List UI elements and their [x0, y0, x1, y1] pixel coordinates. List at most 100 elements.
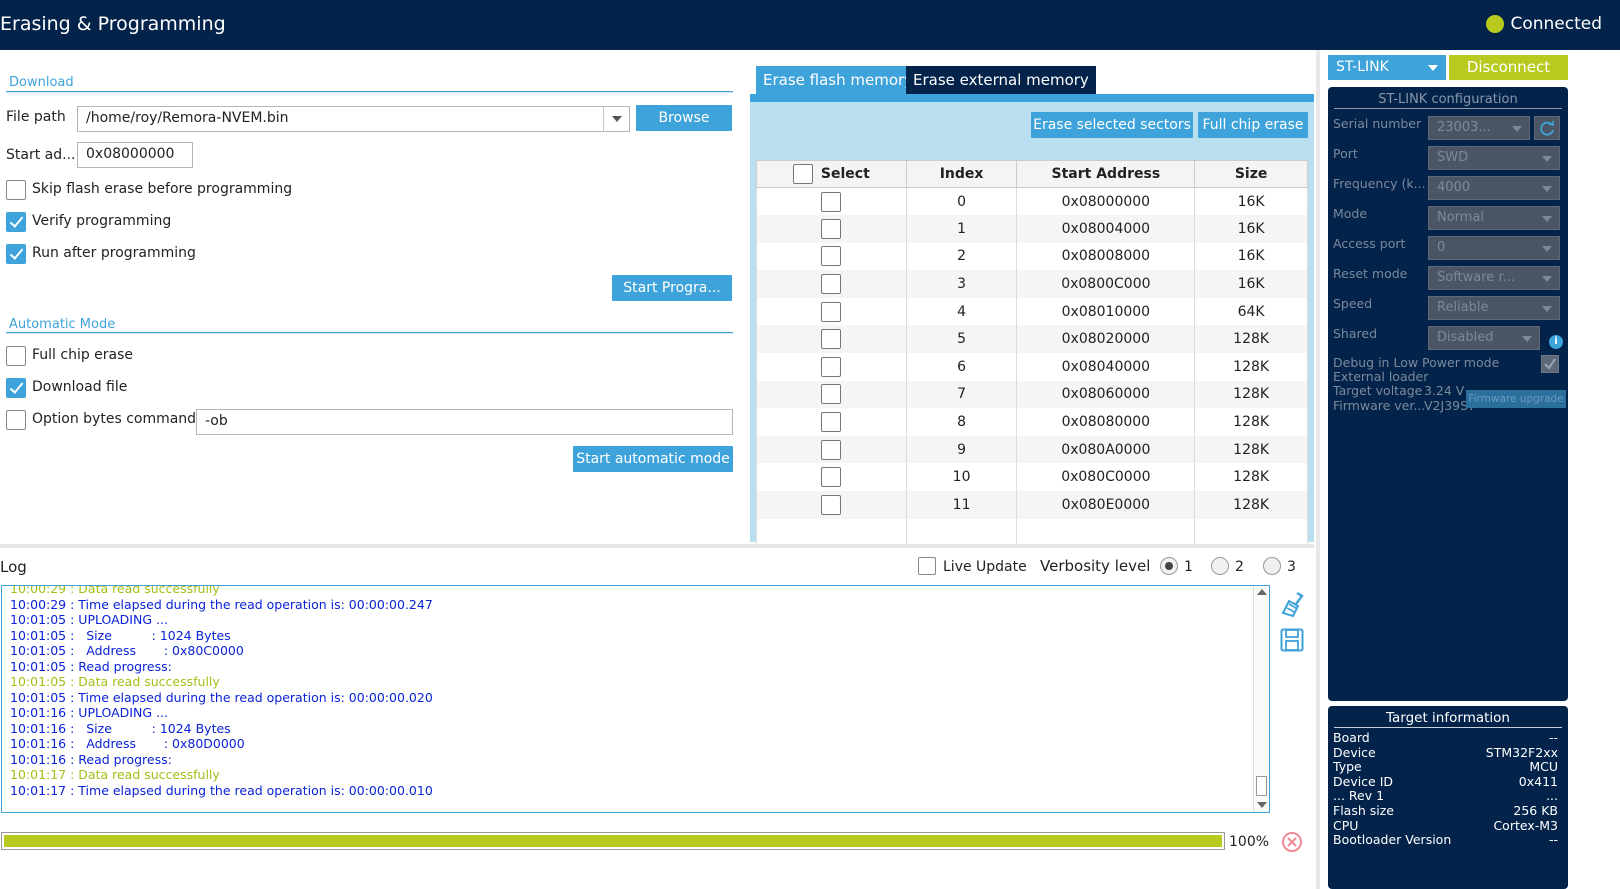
firmware-version-label: Firmware ver...: [1333, 398, 1426, 413]
option-bytes-checkbox[interactable]: [6, 410, 26, 430]
clear-log-broom-icon[interactable]: [1280, 591, 1304, 617]
full-chip-erase-label: Full chip erase: [32, 347, 134, 363]
table-row[interactable]: 7 0x08060000 128K: [756, 380, 1308, 409]
size-column-header[interactable]: Size: [1194, 160, 1308, 188]
log-line: 10:01:16 : Address : 0x80D0000: [10, 736, 245, 751]
table-row[interactable]: 4 0x08010000 64K: [756, 297, 1308, 326]
full-chip-erase-checkbox[interactable]: [6, 346, 26, 366]
verify-programming-checkbox[interactable]: [6, 212, 26, 232]
table-row[interactable]: 1 0x08004000 16K: [756, 215, 1308, 243]
log-line: 10:01:05 : Data read successfully: [10, 674, 220, 689]
speed-label: Speed: [1333, 296, 1373, 311]
page-title: Erasing & Programming: [0, 13, 226, 35]
tab-erase-flash-memory[interactable]: Erase flash memory: [756, 66, 921, 94]
header-bar: Erasing & Programming Connected: [0, 0, 1620, 50]
sector-checkbox[interactable]: [821, 246, 842, 267]
stlink-config-title: ST-LINK configuration: [1334, 92, 1562, 109]
erase-selected-sectors-button[interactable]: Erase selected sectors: [1031, 112, 1193, 138]
table-row[interactable]: 5 0x08020000 128K: [756, 325, 1308, 354]
save-log-icon[interactable]: [1280, 628, 1304, 652]
interface-select[interactable]: ST-LINK: [1328, 55, 1446, 80]
verbosity-radio-3[interactable]: [1263, 557, 1281, 575]
log-line: 10:01:17 : Time elapsed during the read …: [10, 782, 433, 798]
table-row[interactable]: 9 0x080A0000 128K: [756, 435, 1308, 464]
target-info-value: 0x411: [1518, 773, 1558, 789]
start-automatic-mode-button[interactable]: Start automatic mode: [573, 446, 733, 472]
option-bytes-input[interactable]: -ob: [196, 409, 733, 435]
run-after-programming-checkbox[interactable]: [6, 244, 26, 264]
target-info-value: --: [1548, 730, 1558, 745]
start-programming-button[interactable]: Start Progra...: [612, 275, 732, 301]
sector-checkbox[interactable]: [821, 191, 842, 212]
sector-checkbox[interactable]: [821, 439, 842, 460]
sector-checkbox[interactable]: [821, 494, 842, 515]
serial-number-select: 23003...: [1428, 116, 1530, 140]
log-line: 10:01:17 : Data read successfully: [10, 767, 220, 782]
cancel-operation-icon[interactable]: [1281, 831, 1303, 853]
sector-checkbox[interactable]: [821, 384, 842, 405]
access-port-select: 0: [1428, 236, 1560, 260]
disconnect-button[interactable]: Disconnect: [1449, 55, 1568, 80]
log-scrollbar[interactable]: [1253, 586, 1269, 812]
refresh-serial-button: [1534, 116, 1560, 140]
sector-checkbox[interactable]: [821, 467, 842, 488]
log-scroll-thumb[interactable]: [1256, 776, 1267, 796]
debug-low-power-label: Debug in Low Power mode: [1333, 355, 1500, 370]
browse-button[interactable]: Browse: [636, 105, 732, 131]
log-line: 10:01:05 : Read progress:: [10, 658, 172, 674]
select-all-checkbox[interactable]: [792, 164, 813, 184]
live-update-label: Live Update: [943, 559, 1027, 575]
log-line: 10:01:16 : Size : 1024 Bytes: [10, 720, 231, 736]
connection-status-label: Connected: [1510, 14, 1602, 34]
option-bytes-label: Option bytes commands: [32, 411, 204, 427]
sector-checkbox[interactable]: [821, 274, 842, 295]
serial-number-label: Serial number: [1333, 116, 1422, 131]
log-output[interactable]: 10:00:29 : Data read successfully 10:00:2…: [1, 585, 1270, 813]
port-label: Port: [1333, 146, 1358, 161]
sector-checkbox[interactable]: [821, 218, 842, 239]
target-info-label: Device: [1333, 744, 1376, 760]
access-port-label: Access port: [1333, 236, 1406, 251]
file-path-combo[interactable]: /home/roy/Remora-NVEM.bin: [77, 106, 630, 132]
verbosity-radio-1[interactable]: [1160, 557, 1178, 575]
horizontal-splitter[interactable]: [0, 544, 1314, 548]
scroll-down-icon[interactable]: [1257, 802, 1267, 808]
skip-erase-checkbox[interactable]: [6, 180, 26, 200]
scroll-up-icon[interactable]: [1257, 589, 1267, 595]
verbosity-radio-2[interactable]: [1211, 557, 1229, 575]
log-line: 10:00:29 : Data read successfully: [10, 585, 220, 596]
table-row[interactable]: 2 0x08008000 16K: [756, 242, 1308, 271]
sector-checkbox[interactable]: [821, 356, 842, 377]
refresh-icon: [1540, 121, 1554, 136]
shared-select: Disabled: [1428, 326, 1540, 350]
log-line: 10:01:16 : UPLOADING ...: [10, 705, 168, 720]
index-column-header[interactable]: Index: [905, 160, 1018, 188]
table-row[interactable]: 0 0x08000000 16K: [756, 187, 1308, 216]
table-row[interactable]: 6 0x08040000 128K: [756, 353, 1308, 381]
firmware-upgrade-button[interactable]: Firmware upgrade: [1466, 390, 1566, 408]
sector-checkbox[interactable]: [821, 412, 842, 433]
live-update-checkbox[interactable]: [918, 557, 936, 575]
connection-status: Connected: [1486, 14, 1602, 34]
automatic-mode-divider: [6, 332, 733, 334]
connected-indicator-icon: [1486, 15, 1505, 33]
target-info-value: MCU: [1529, 759, 1558, 775]
speed-select: Reliable: [1428, 296, 1560, 320]
start-address-column-header[interactable]: Start Address: [1016, 160, 1196, 188]
sector-checkbox[interactable]: [821, 329, 842, 350]
file-path-dropdown-icon[interactable]: [603, 107, 629, 131]
table-row[interactable]: 11 0x080E0000 128K: [756, 491, 1308, 519]
download-file-checkbox[interactable]: [6, 378, 26, 398]
full-chip-erase-button[interactable]: Full chip erase: [1198, 112, 1308, 138]
select-column-header[interactable]: Select: [756, 160, 907, 188]
start-address-input[interactable]: 0x08000000: [77, 142, 193, 168]
table-row[interactable]: 3 0x0800C000 16K: [756, 270, 1308, 298]
sector-checkbox[interactable]: [821, 301, 842, 322]
table-row[interactable]: 10 0x080C0000 128K: [756, 463, 1308, 492]
tab-erase-external-memory[interactable]: Erase external memory: [906, 66, 1096, 94]
info-icon[interactable]: i: [1549, 335, 1563, 349]
erase-tab-underline: [750, 94, 1314, 102]
vertical-splitter[interactable]: [1316, 50, 1320, 889]
progress-bar-fill: [4, 835, 1222, 847]
table-row[interactable]: 8 0x08080000 128K: [756, 408, 1308, 436]
